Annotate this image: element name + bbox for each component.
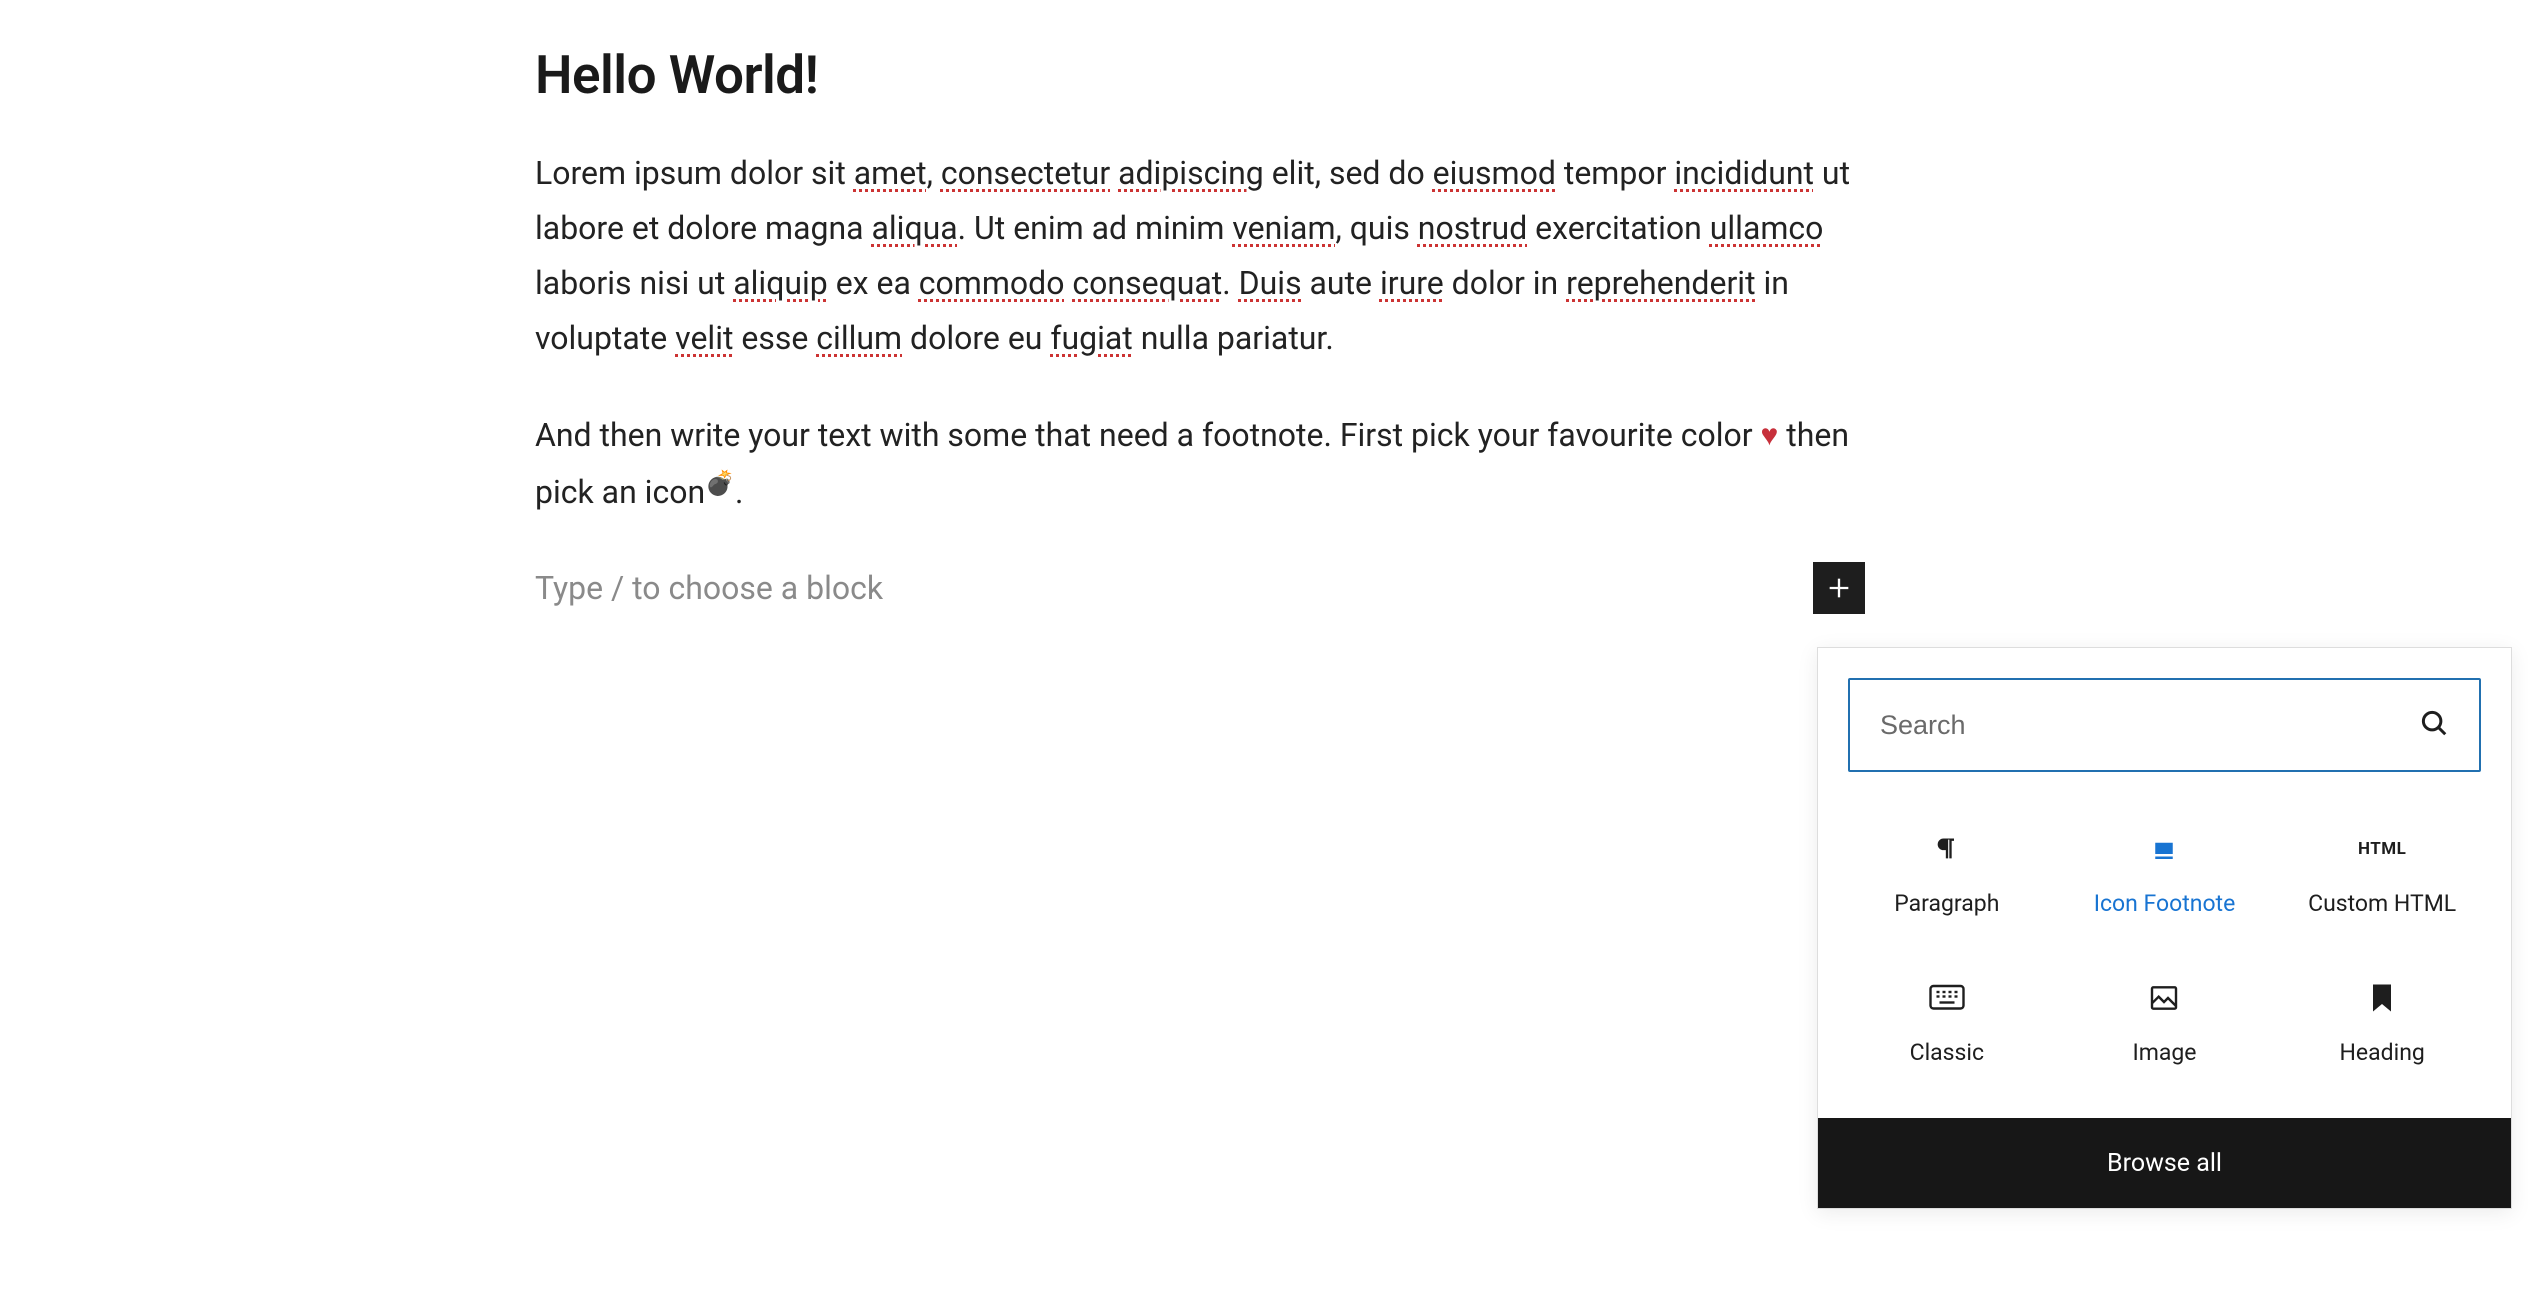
- bookmark-icon: [2370, 975, 2394, 1021]
- block-option-label: Paragraph: [1894, 890, 1999, 917]
- spellcheck-word: reprehenderit: [1566, 264, 1755, 302]
- spellcheck-word: veniam: [1232, 209, 1335, 247]
- text-run: And then write your text with some that …: [535, 416, 1761, 454]
- text-run: tempor: [1556, 154, 1674, 192]
- text-run: exercitation: [1527, 209, 1710, 247]
- block-option-label: Classic: [1910, 1039, 1984, 1066]
- spellcheck-word: amet: [854, 154, 927, 192]
- image-icon: [2148, 975, 2180, 1021]
- spellcheck-word: commodo: [919, 264, 1065, 302]
- text-run: laboris nisi ut: [535, 264, 733, 302]
- text-run: . Ut enim ad minim: [958, 209, 1233, 247]
- spellcheck-word: eiusmod: [1433, 154, 1556, 192]
- pilcrow-icon: [1933, 826, 1961, 872]
- keyboard-icon: [1929, 975, 1965, 1021]
- search-icon: [2419, 708, 2449, 742]
- block-option-icon-footnote[interactable]: Icon Footnote: [2056, 798, 2274, 947]
- spellcheck-word: ullamco: [1710, 209, 1824, 247]
- text-run: , quis: [1336, 209, 1418, 247]
- spellcheck-word: incididunt: [1674, 154, 1814, 192]
- paragraph-block-1[interactable]: Lorem ipsum dolor sit amet, consectetur …: [535, 146, 1875, 366]
- text-run: .: [735, 473, 743, 511]
- inserter-search-box[interactable]: [1848, 678, 2481, 772]
- block-option-label: Image: [2132, 1039, 2196, 1066]
- bomb-icon: 💣: [705, 469, 735, 497]
- inserter-search-wrap: [1818, 648, 2511, 798]
- html-icon: HTML: [2358, 826, 2406, 872]
- inserter-search-input[interactable]: [1880, 710, 2419, 741]
- block-option-classic[interactable]: Classic: [1838, 947, 2056, 1096]
- plus-icon: [1825, 574, 1853, 602]
- block-option-label: Heading: [2340, 1039, 2425, 1066]
- spellcheck-word: aliqua: [871, 209, 957, 247]
- text-run: elit, sed do: [1264, 154, 1433, 192]
- spellcheck-word: consectetur: [941, 154, 1110, 192]
- heart-icon: ♥: [1761, 418, 1779, 453]
- block-option-label: Custom HTML: [2308, 890, 2456, 917]
- block-option-heading[interactable]: Heading: [2273, 947, 2491, 1096]
- spellcheck-word: aliquip: [733, 264, 828, 302]
- add-block-button[interactable]: [1813, 562, 1865, 614]
- spellcheck-word: fugiat: [1050, 319, 1132, 357]
- text-run: nulla pariatur.: [1133, 319, 1334, 357]
- new-block-prompt-row: Type / to choose a block: [535, 562, 1875, 614]
- text-run: [1110, 154, 1118, 192]
- text-run: dolore eu: [902, 319, 1050, 357]
- text-run: dolor in: [1444, 264, 1566, 302]
- block-option-label: Icon Footnote: [2094, 890, 2236, 917]
- spellcheck-word: Duis: [1239, 264, 1302, 302]
- text-run: ex ea: [828, 264, 919, 302]
- spellcheck-word: nostrud: [1418, 209, 1527, 247]
- inserter-blocks-grid: Paragraph Icon Footnote HTML Custom HTML Cla…: [1818, 798, 2511, 1118]
- text-run: .: [1222, 264, 1238, 302]
- spellcheck-word: adipiscing: [1118, 154, 1264, 192]
- text-run: Lorem ipsum dolor sit: [535, 154, 854, 192]
- post-title[interactable]: Hello World!: [535, 44, 1875, 106]
- text-run: ,: [927, 154, 941, 192]
- spellcheck-word: cillum: [816, 319, 902, 357]
- footnote-icon: [2149, 826, 2179, 872]
- block-option-custom-html[interactable]: HTML Custom HTML: [2273, 798, 2491, 947]
- spellcheck-word: consequat: [1072, 264, 1222, 302]
- block-inserter-popover: Paragraph Icon Footnote HTML Custom HTML Cla…: [1817, 647, 2512, 1209]
- block-option-image[interactable]: Image: [2056, 947, 2274, 1096]
- browse-all-button[interactable]: Browse all: [1818, 1118, 2511, 1208]
- spellcheck-word: velit: [675, 319, 733, 357]
- spellcheck-word: irure: [1380, 264, 1444, 302]
- paragraph-block-2[interactable]: And then write your text with some that …: [535, 408, 1875, 520]
- text-run: esse: [733, 319, 816, 357]
- block-option-paragraph[interactable]: Paragraph: [1838, 798, 2056, 947]
- new-block-placeholder[interactable]: Type / to choose a block: [535, 569, 1813, 607]
- text-run: aute: [1302, 264, 1380, 302]
